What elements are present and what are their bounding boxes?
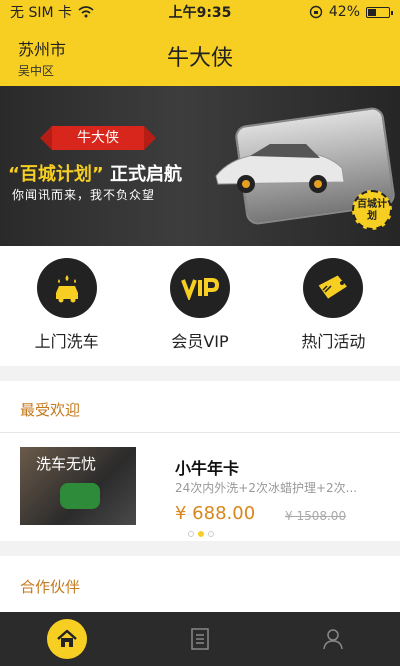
wash-cloth-graphic [60, 483, 100, 509]
page-title: 牛大侠 [166, 46, 233, 71]
service-grid: 上门洗车 会员VIP 热门活动 [0, 246, 400, 366]
product-thumbnail: 洗车无忧 [20, 447, 136, 525]
hot-tag-icon [303, 258, 364, 318]
partners-section-header: 合作伙伴 [0, 556, 400, 612]
car-wash-icon [36, 258, 97, 318]
battery-percent: 42% [328, 4, 360, 20]
bottom-tab-bar [0, 612, 400, 666]
sports-car-image [215, 144, 345, 193]
headline-quoted: “百城计划” [8, 164, 104, 185]
section-title: 合作伙伴 [20, 578, 81, 596]
product-price: ¥ 688.00 [175, 503, 256, 524]
favorites-section-header: 最受欢迎 [0, 381, 400, 433]
product-description: 24次内外洗+2次冰蜡护理+2次... [175, 481, 358, 495]
home-icon [46, 619, 87, 659]
product-original-price: ¥ 1508.00 [285, 509, 347, 523]
user-icon [323, 629, 344, 650]
product-card[interactable]: 洗车无忧 小牛年卡 24次内外洗+2次冰蜡护理+2次... ¥ 688.00 ¥… [0, 433, 400, 541]
status-bar: 无 SIM 卡 上午9:35 42% [0, 0, 400, 24]
banner-headline: “百城计划” 正式启航 [8, 160, 182, 186]
pager-dot [208, 531, 214, 537]
headline-rest: 正式启航 [103, 164, 182, 185]
pager-dot [188, 531, 194, 537]
service-label: 热门活动 [301, 332, 366, 351]
service-vip[interactable]: 会员VIP [133, 246, 266, 366]
promo-banner[interactable]: 牛大侠 “百城计划” 正式启航 你闻讯而来，我不负众望 百城计划 [0, 86, 400, 246]
wifi-icon [78, 6, 94, 18]
vip-icon [169, 258, 230, 318]
service-hot-activities[interactable]: 热门活动 [267, 246, 400, 366]
product-pager [188, 531, 214, 537]
list-icon [191, 628, 209, 650]
tab-profile[interactable] [267, 612, 400, 666]
service-label: 会员VIP [171, 332, 229, 351]
brand-ribbon: 牛大侠 [40, 126, 156, 150]
banner-subline: 你闻讯而来，我不负众望 [12, 188, 156, 202]
section-title: 最受欢迎 [20, 401, 81, 419]
service-car-wash[interactable]: 上门洗车 [0, 246, 133, 366]
battery-icon [366, 6, 393, 18]
hundred-cities-seal: 百城计划 [352, 190, 392, 230]
status-time: 上午9:35 [168, 5, 232, 21]
tab-home[interactable] [0, 612, 133, 666]
carrier-label: 无 SIM 卡 [10, 5, 72, 21]
app-header: 苏州市 吴中区 牛大侠 [0, 24, 400, 86]
tab-orders[interactable] [133, 612, 266, 666]
rotation-lock-icon [309, 5, 323, 19]
pager-dot-active [198, 531, 204, 537]
service-label: 上门洗车 [34, 332, 99, 351]
product-name: 小牛年卡 [175, 459, 240, 478]
thumbnail-caption: 洗车无忧 [36, 455, 97, 473]
